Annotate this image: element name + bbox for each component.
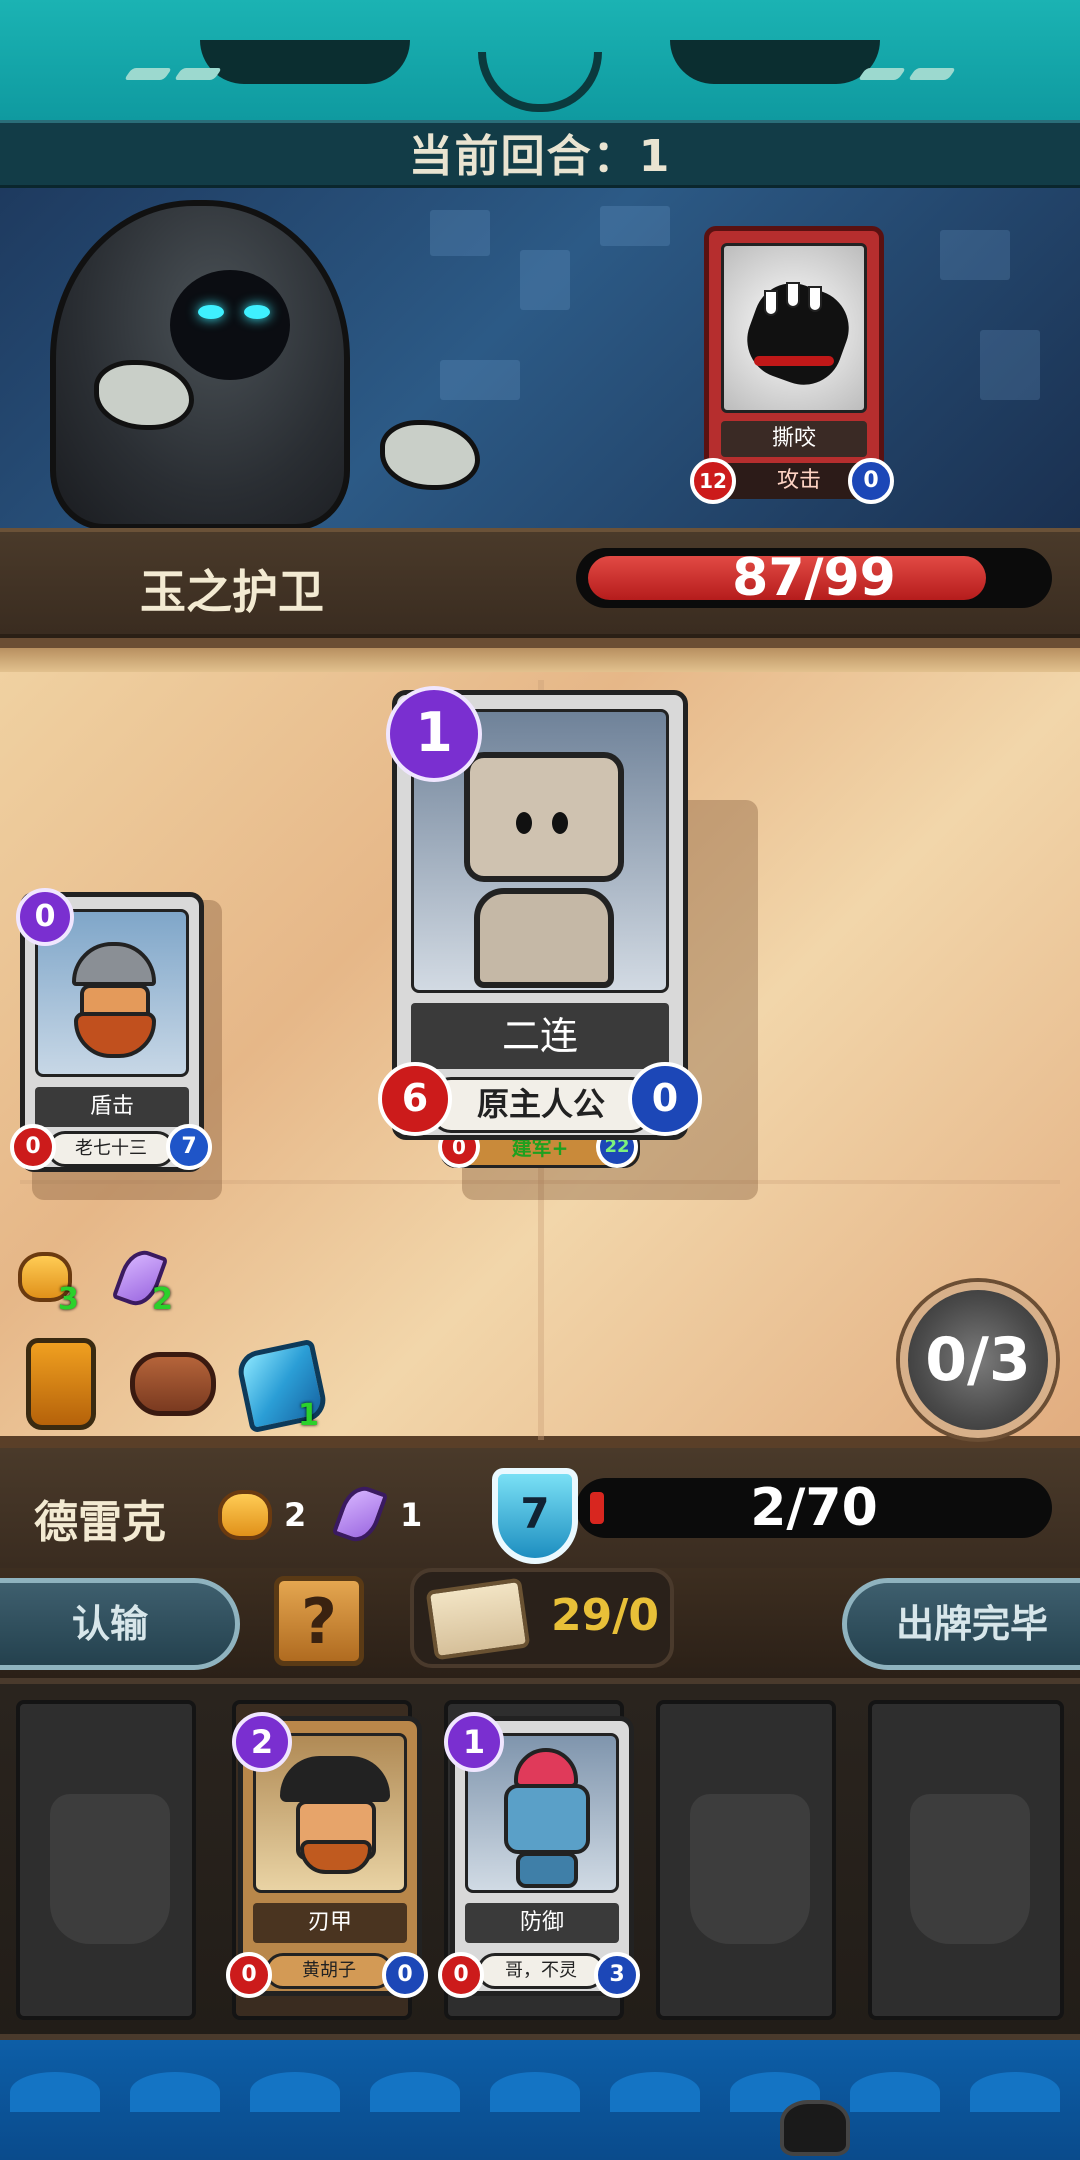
player-name: 德雷克 — [34, 1497, 166, 1548]
card-owner: 黄胡子 — [265, 1953, 393, 1989]
card-cost: 2 — [232, 1712, 292, 1772]
decor-wave — [130, 2072, 220, 2112]
decor-wave — [610, 2072, 700, 2112]
background-window — [980, 330, 1040, 400]
enemy-card-name: 撕咬 — [721, 421, 867, 457]
enemy-attack-value: 12 — [690, 458, 736, 504]
ship-icon — [690, 1794, 810, 1944]
decor-wave — [10, 2072, 100, 2112]
card-attack: 0 — [226, 1952, 272, 1998]
bite-icon — [721, 243, 867, 413]
buff-armor-value: 2 — [152, 1282, 173, 1317]
belt-icon[interactable] — [130, 1352, 216, 1416]
deck-count: 29/0 — [551, 1590, 659, 1641]
enemy-hp-text: 87/99 — [732, 548, 896, 608]
surrender-button[interactable]: 认输 — [0, 1578, 240, 1670]
decor-wave — [250, 2072, 340, 2112]
card-cost: 1 — [444, 1712, 504, 1772]
card-owner: 老七十三 — [47, 1131, 175, 1167]
empty-hand-slot — [656, 1700, 836, 2020]
background-window — [430, 210, 490, 256]
background-window — [600, 206, 670, 246]
fist-icon — [218, 1490, 272, 1540]
board-frame — [0, 648, 1080, 672]
enemy-eye — [198, 305, 224, 319]
card-shield: 3 — [594, 1952, 640, 1998]
enemy-shield-value: 0 — [848, 458, 894, 504]
background-window — [520, 250, 570, 310]
buff-strength-value: 3 — [58, 1282, 79, 1317]
potion-icon[interactable] — [26, 1338, 96, 1430]
round-number: 1 — [638, 131, 672, 182]
round-indicator: 当前回合：1 — [0, 120, 1080, 188]
end-turn-button[interactable]: 出牌完毕 — [842, 1578, 1080, 1670]
card-name: 防御 — [465, 1903, 619, 1943]
decor-wave — [370, 2072, 460, 2112]
card-attack: 0 — [438, 1952, 484, 1998]
decor-right-eye — [670, 40, 880, 84]
card-cost: 1 — [386, 686, 482, 782]
card-name: 盾击 — [35, 1087, 189, 1127]
enemy-face — [170, 270, 290, 380]
background-window — [940, 230, 1010, 280]
player-armor: 1 — [400, 1496, 423, 1534]
player-strength: 2 — [284, 1496, 307, 1534]
action-points: 0/3 — [900, 1282, 1056, 1438]
card-owner: 原主人公 — [431, 1077, 651, 1133]
enemy-name: 玉之护卫 — [140, 565, 324, 619]
empty-hand-slot — [868, 1700, 1064, 2020]
enemy-intent-card[interactable]: 撕咬 攻击 — [704, 226, 889, 499]
card-attack: 6 — [378, 1062, 452, 1136]
card-cost: 0 — [16, 888, 74, 946]
card-owner: 哥，不灵 — [477, 1953, 605, 1989]
pirate-mascot-icon — [780, 2100, 850, 2156]
card-name: 二连 — [411, 1003, 669, 1069]
decor-left-eye — [200, 40, 410, 84]
deck-icon — [425, 1577, 531, 1661]
player-hp-text: 2/70 — [750, 1478, 878, 1538]
ship-icon — [910, 1794, 1030, 1944]
enemy-eye — [244, 305, 270, 319]
game-screen: { "round": { "label": "当前回合：", "value": … — [0, 0, 1080, 2160]
card-shield: 0 — [628, 1062, 702, 1136]
card-name: 刃甲 — [253, 1903, 407, 1943]
background-window — [440, 360, 520, 400]
player-shield: 7 — [492, 1468, 578, 1564]
card-attack: 0 — [10, 1124, 56, 1170]
ship-icon — [50, 1794, 170, 1944]
decor-wave — [850, 2072, 940, 2112]
card-shield: 0 — [382, 1952, 428, 1998]
round-label: 当前回合： — [408, 131, 639, 182]
decor-wave — [490, 2072, 580, 2112]
gem-count: 1 — [298, 1398, 319, 1433]
card-shield: 7 — [166, 1124, 212, 1170]
help-button[interactable]: ? — [274, 1576, 364, 1666]
empty-hand-slot — [16, 1700, 196, 2020]
decor-wave — [970, 2072, 1060, 2112]
